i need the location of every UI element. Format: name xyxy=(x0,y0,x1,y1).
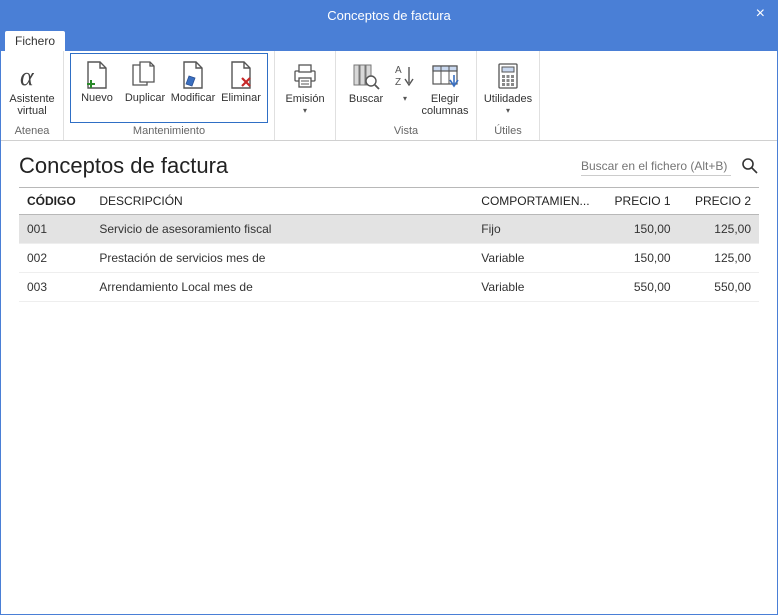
svg-text:A: A xyxy=(395,65,402,76)
edit-doc-icon xyxy=(180,58,206,92)
svg-text:Z: Z xyxy=(395,77,401,88)
ribbon: α Asistente virtual Atenea xyxy=(1,51,777,141)
col-codigo[interactable]: CÓDIGO xyxy=(19,188,91,215)
emision-button[interactable]: Emisión ▾ xyxy=(281,57,329,121)
col-precio1[interactable]: PRECIO 1 xyxy=(598,188,678,215)
search-icon[interactable] xyxy=(741,157,759,175)
new-doc-icon xyxy=(84,58,110,92)
eliminar-label: Eliminar xyxy=(221,92,261,104)
buscar-button[interactable]: Buscar xyxy=(342,57,390,121)
page-title: Conceptos de factura xyxy=(19,153,228,179)
elegir-label-2: columnas xyxy=(421,105,468,117)
col-comportamiento[interactable]: COMPORTAMIEN... xyxy=(473,188,598,215)
data-table: CÓDIGO DESCRIPCIÓN COMPORTAMIEN... PRECI… xyxy=(19,187,759,302)
alpha-icon: α xyxy=(17,59,47,93)
asistente-label-1: Asistente xyxy=(9,93,54,105)
table-row[interactable]: 003Arrendamiento Local mes deVariable550… xyxy=(19,273,759,302)
eliminar-button[interactable]: Eliminar xyxy=(217,56,265,120)
content-header: Conceptos de factura xyxy=(1,141,777,187)
cell-precio1: 550,00 xyxy=(598,273,678,302)
ribbon-group-atenea: α Asistente virtual Atenea xyxy=(1,51,64,140)
cell-precio1: 150,00 xyxy=(598,244,678,273)
window-title: Conceptos de factura xyxy=(327,8,451,23)
ribbon-group-label-emision xyxy=(281,123,329,140)
chevron-down-icon: ▾ xyxy=(303,105,307,117)
delete-doc-icon xyxy=(228,58,254,92)
search-columns-icon xyxy=(351,59,381,93)
close-icon[interactable]: × xyxy=(750,5,771,23)
elegir-columnas-button[interactable]: Elegir columnas xyxy=(420,57,470,121)
ribbon-group-mantenimiento: Nuevo Duplicar xyxy=(64,51,275,140)
cell-descripcion: Arrendamiento Local mes de xyxy=(91,273,473,302)
tab-strip: Fichero xyxy=(1,29,777,51)
col-descripcion[interactable]: DESCRIPCIÓN xyxy=(91,188,473,215)
cell-comportamiento: Variable xyxy=(473,273,598,302)
chevron-down-icon: ▾ xyxy=(403,93,407,105)
ribbon-group-label-atenea: Atenea xyxy=(7,123,57,140)
col-precio2[interactable]: PRECIO 2 xyxy=(679,188,759,215)
chevron-down-icon: ▾ xyxy=(506,105,510,117)
asistente-label-2: virtual xyxy=(17,105,46,117)
ribbon-group-emision: Emisión ▾ xyxy=(275,51,336,140)
ribbon-group-utiles: Utilidades ▾ Útiles xyxy=(477,51,540,140)
cell-codigo: 003 xyxy=(19,273,91,302)
duplicate-doc-icon xyxy=(130,58,160,92)
asistente-virtual-button[interactable]: α Asistente virtual xyxy=(7,57,57,121)
ordenar-button[interactable]: A Z ▾ xyxy=(390,57,420,121)
emision-label: Emisión xyxy=(285,93,324,105)
table-row[interactable]: 002Prestación de servicios mes deVariabl… xyxy=(19,244,759,273)
cell-precio1: 150,00 xyxy=(598,215,678,244)
modificar-label: Modificar xyxy=(171,92,216,104)
ribbon-group-label-mantenimiento: Mantenimiento xyxy=(70,123,268,140)
printer-icon xyxy=(290,59,320,93)
cell-comportamiento: Fijo xyxy=(473,215,598,244)
modificar-button[interactable]: Modificar xyxy=(169,56,217,120)
title-bar: Conceptos de factura × xyxy=(1,1,777,29)
cell-codigo: 001 xyxy=(19,215,91,244)
calculator-icon xyxy=(495,59,521,93)
cell-codigo: 002 xyxy=(19,244,91,273)
cell-comportamiento: Variable xyxy=(473,244,598,273)
elegir-label-1: Elegir xyxy=(431,93,459,105)
cell-precio2: 550,00 xyxy=(679,273,759,302)
ribbon-group-label-vista: Vista xyxy=(342,123,470,140)
columns-icon xyxy=(430,59,460,93)
search-input[interactable] xyxy=(581,157,731,176)
cell-descripcion: Prestación de servicios mes de xyxy=(91,244,473,273)
utilidades-button[interactable]: Utilidades ▾ xyxy=(483,57,533,121)
ribbon-group-vista: Buscar A Z ▾ xyxy=(336,51,477,140)
table-row[interactable]: 001Servicio de asesoramiento fiscalFijo1… xyxy=(19,215,759,244)
nuevo-label: Nuevo xyxy=(81,92,113,104)
table-header-row: CÓDIGO DESCRIPCIÓN COMPORTAMIEN... PRECI… xyxy=(19,188,759,215)
sort-icon: A Z xyxy=(393,59,417,93)
cell-precio2: 125,00 xyxy=(679,244,759,273)
tab-fichero[interactable]: Fichero xyxy=(5,31,65,51)
cell-precio2: 125,00 xyxy=(679,215,759,244)
svg-text:α: α xyxy=(20,62,35,91)
cell-descripcion: Servicio de asesoramiento fiscal xyxy=(91,215,473,244)
duplicar-label: Duplicar xyxy=(125,92,165,104)
nuevo-button[interactable]: Nuevo xyxy=(73,56,121,120)
search-box xyxy=(581,157,759,176)
buscar-label: Buscar xyxy=(349,93,383,105)
utilidades-label: Utilidades xyxy=(484,93,532,105)
ribbon-group-label-utiles: Útiles xyxy=(483,123,533,140)
duplicar-button[interactable]: Duplicar xyxy=(121,56,169,120)
